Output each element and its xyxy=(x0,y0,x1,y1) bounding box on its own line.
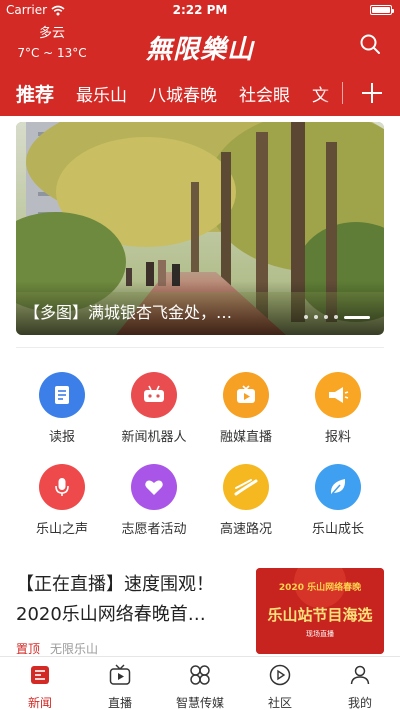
service-icon-bg xyxy=(131,372,177,418)
service-icon-bg xyxy=(315,372,361,418)
microphone-icon xyxy=(55,478,69,496)
nav-smart-media[interactable]: 智慧传媒 xyxy=(160,663,240,710)
nav-label: 新闻 xyxy=(27,696,52,710)
road-icon xyxy=(234,479,258,496)
service-report-tip[interactable]: 报料 xyxy=(292,372,384,445)
carousel-dot xyxy=(314,315,318,319)
thumb-main-text: 乐山站节目海选 xyxy=(267,606,372,624)
tab-spring-gala[interactable]: 八城春晚 xyxy=(149,81,217,106)
grid-petals-icon xyxy=(190,665,210,685)
service-label: 乐山之声 xyxy=(35,522,88,537)
tab-divider xyxy=(342,82,343,104)
nav-label: 直播 xyxy=(107,696,132,710)
robot-icon xyxy=(144,385,164,402)
leaf-icon xyxy=(330,479,346,495)
bottom-tab-bar: 新闻 直播 智慧传媒 社区 我的 xyxy=(0,656,400,710)
service-label: 新闻机器人 xyxy=(121,430,187,445)
news-thumbnail: 2020 乐山网络春晚 乐山站节目海选 现场直播 xyxy=(256,568,384,654)
carousel-dot xyxy=(304,315,308,319)
tab-society[interactable]: 社会眼 xyxy=(239,81,290,106)
service-icon-bg xyxy=(315,464,361,510)
search-button[interactable] xyxy=(358,32,382,56)
nav-community[interactable]: 社区 xyxy=(240,663,320,710)
clock: 2:22 PM xyxy=(172,3,228,17)
carousel-indicator xyxy=(304,315,370,319)
service-label: 乐山成长 xyxy=(311,522,364,537)
community-icon xyxy=(269,664,291,686)
carousel-dot-active xyxy=(344,315,370,319)
service-label: 高速路况 xyxy=(219,522,272,537)
news-item[interactable]: 【正在直播】速度围观！2020乐山网络春晚首… 置顶 无限乐山 2020 乐山网络… xyxy=(16,568,384,656)
thumb-top-text: 2020 乐山网络春晚 xyxy=(279,581,361,593)
news-headline: 【正在直播】速度围观！2020乐山网络春晚首… xyxy=(16,574,214,625)
section-divider xyxy=(16,347,384,348)
megaphone-icon xyxy=(329,387,349,403)
service-read-newspaper[interactable]: 读报 xyxy=(16,372,108,445)
channel-tabs: 推荐 最乐山 八城春晚 社会眼 文 xyxy=(0,70,400,116)
nav-live[interactable]: 直播 xyxy=(80,663,160,710)
nav-label: 社区 xyxy=(267,696,292,710)
service-live-stream[interactable]: 融媒直播 xyxy=(200,372,292,445)
news-icon xyxy=(31,666,49,684)
tab-recommend[interactable]: 推荐 xyxy=(16,80,54,107)
service-highway[interactable]: 高速路况 xyxy=(200,464,292,537)
tab-strip: 推荐 最乐山 八城春晚 社会眼 文 xyxy=(16,70,340,116)
service-icon-bg xyxy=(223,464,269,510)
battery-icon xyxy=(370,5,394,15)
gala-poster: 2020 乐山网络春晚 乐山站节目海选 现场直播 xyxy=(256,568,384,654)
featured-carousel[interactable]: 【多图】满城银杏飞金处，… xyxy=(16,122,384,335)
live-play-icon xyxy=(237,385,255,403)
service-news-robot[interactable]: 新闻机器人 xyxy=(108,372,200,445)
search-icon xyxy=(360,34,380,54)
service-leshan-growth[interactable]: 乐山成长 xyxy=(292,464,384,537)
tab-fade xyxy=(320,70,342,116)
add-channel-button[interactable] xyxy=(360,81,384,105)
status-bar: Carrier 2:22 PM xyxy=(0,0,400,20)
app-header: 多云 7°C ~ 13°C 無限樂山 xyxy=(0,20,400,70)
service-label: 读报 xyxy=(48,430,75,445)
app-logo: 無限樂山 xyxy=(145,35,254,65)
carousel-dot xyxy=(334,315,338,319)
news-meta: 置顶 无限乐山 xyxy=(16,640,98,657)
profile-icon xyxy=(350,665,370,685)
thumb-sub-text: 现场直播 xyxy=(306,629,334,638)
service-leshan-voice[interactable]: 乐山之声 xyxy=(16,464,108,537)
pinned-badge: 置顶 xyxy=(16,642,41,656)
news-source: 无限乐山 xyxy=(50,642,99,656)
nav-label: 智慧传媒 xyxy=(175,696,224,710)
nav-profile[interactable]: 我的 xyxy=(320,663,400,710)
tv-icon xyxy=(109,664,131,685)
service-icon-bg xyxy=(223,372,269,418)
newspaper-icon xyxy=(55,386,69,404)
service-volunteer[interactable]: 志愿者活动 xyxy=(108,464,200,537)
plus-icon xyxy=(362,83,382,103)
service-icon-bg xyxy=(39,372,85,418)
service-icon-bg xyxy=(131,464,177,510)
tab-zui-leshan[interactable]: 最乐山 xyxy=(76,81,127,106)
service-label: 报料 xyxy=(324,430,351,445)
nav-label: 我的 xyxy=(347,696,372,710)
service-label: 志愿者活动 xyxy=(121,522,187,537)
service-label: 融媒直播 xyxy=(219,430,272,445)
heart-icon xyxy=(145,480,163,495)
nav-news[interactable]: 新闻 xyxy=(0,663,80,710)
carousel-dot xyxy=(324,315,328,319)
banner-caption: 【多图】满城银杏飞金处，… xyxy=(24,303,233,322)
service-icon-bg xyxy=(39,464,85,510)
